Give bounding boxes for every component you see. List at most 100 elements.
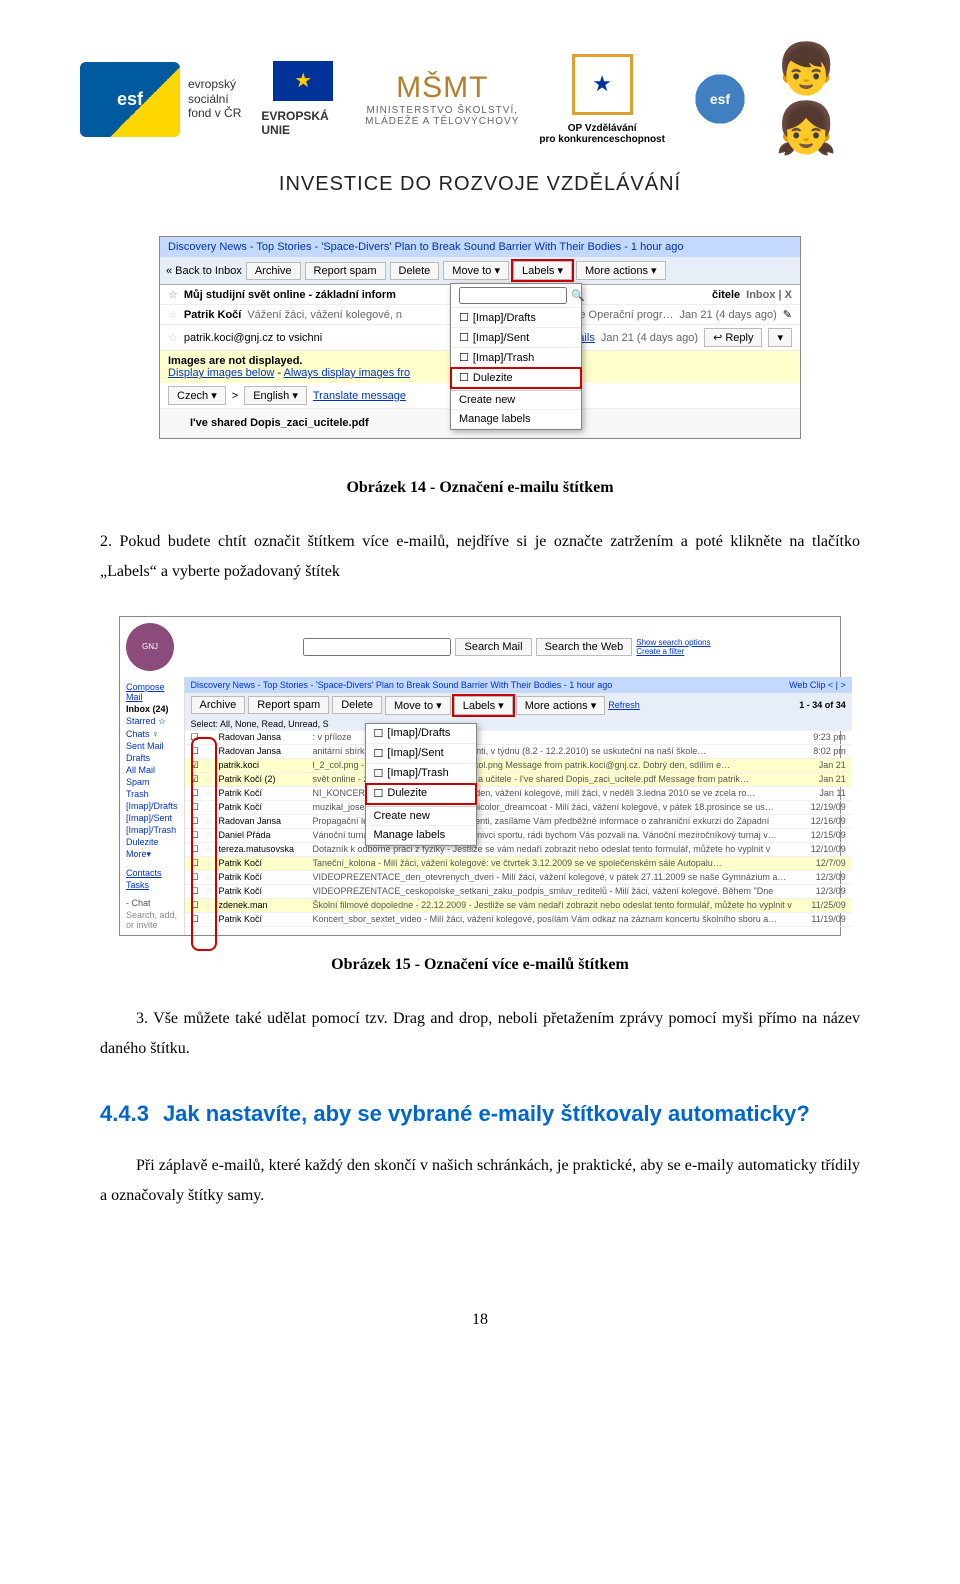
labels-button[interactable]: Labels ▾	[513, 261, 572, 280]
back-to-inbox-link[interactable]: « Back to Inbox	[166, 265, 242, 277]
star-icon[interactable]: ☆	[168, 331, 178, 344]
search-mail-button[interactable]: Search Mail	[455, 638, 531, 656]
star-icon[interactable]: ☆	[205, 760, 215, 771]
star-icon[interactable]: ☆	[205, 774, 215, 785]
row-checkbox[interactable]: ☐	[191, 830, 201, 841]
mail-row[interactable]: ☐☆Patrik KočíKoncert_sbor_sextet_video -…	[185, 913, 852, 927]
dropdown-search-input[interactable]	[459, 287, 567, 304]
dropdown-item-trash[interactable]: ☐[Imap]/Trash	[451, 348, 581, 368]
sidebar-sent[interactable]: Sent Mail	[120, 740, 184, 752]
display-images-link[interactable]: Display images below	[168, 367, 274, 379]
mail-row[interactable]: ☐☆Radovan JansaPropagační leták do Angli…	[185, 815, 852, 829]
archive-button[interactable]: Archive	[246, 262, 301, 280]
ss1-inbox-x[interactable]: Inbox | X	[746, 289, 792, 301]
sidebar-trash[interactable]: Trash	[120, 788, 184, 800]
sidebar-drafts[interactable]: Drafts	[120, 752, 184, 764]
sidebar-inbox[interactable]: Inbox (24)	[120, 703, 184, 715]
translate-link[interactable]: Translate message	[313, 390, 406, 402]
mail-row[interactable]: ☐☆Radovan Jansaanitární sbírka - Vážení …	[185, 745, 852, 759]
star-icon[interactable]: ☆	[205, 872, 215, 883]
more-actions-button[interactable]: More actions ▾	[576, 261, 666, 280]
ss2-report-button[interactable]: Report spam	[248, 696, 329, 714]
row-checkbox[interactable]: ☐	[191, 858, 201, 869]
star-icon[interactable]: ☆	[205, 900, 215, 911]
row-checkbox[interactable]: ☑	[191, 774, 201, 785]
compose-mail-link[interactable]: Compose Mail	[120, 681, 184, 703]
ss2-more-button[interactable]: More actions ▾	[516, 696, 606, 715]
star-icon[interactable]: ☆	[205, 858, 215, 869]
mail-row[interactable]: ☐☆Patrik KočíNI_KONCERT_SBOR_SEXTET - Do…	[185, 787, 852, 801]
sidebar-imap-drafts[interactable]: [Imap]/Drafts	[120, 800, 184, 812]
star-icon[interactable]: ☆	[205, 802, 215, 813]
row-checkbox[interactable]: ☐	[191, 872, 201, 883]
star-icon[interactable]: ☆	[205, 914, 215, 925]
sidebar-chat-search[interactable]: Search, add, or invite	[120, 909, 184, 931]
row-checkbox[interactable]: ☐	[191, 802, 201, 813]
row-checkbox[interactable]: ☐	[191, 746, 201, 757]
star-icon[interactable]: ☆	[168, 288, 178, 301]
sidebar-tasks[interactable]: Tasks	[120, 879, 184, 891]
mail-row[interactable]: ☐☆Patrik Kočímuzikal_joseph_and_the_amaz…	[185, 801, 852, 815]
sidebar-dulezite[interactable]: Dulezite	[120, 836, 184, 848]
sidebar-all[interactable]: All Mail	[120, 764, 184, 776]
ss2-delete-button[interactable]: Delete	[332, 696, 382, 714]
webclip-nav[interactable]: Web Clip < | >	[789, 680, 846, 690]
dropdown-manage-labels[interactable]: Manage labels	[451, 410, 581, 429]
ss2-dd-sent[interactable]: ☐[Imap]/Sent	[366, 744, 476, 764]
star-icon[interactable]: ☆	[205, 816, 215, 827]
search-options-link[interactable]: Show search options Create a filter	[636, 638, 710, 656]
search-web-button[interactable]: Search the Web	[536, 638, 633, 656]
star-icon[interactable]: ☆	[168, 308, 178, 321]
ss2-dd-drafts[interactable]: ☐[Imap]/Drafts	[366, 724, 476, 744]
star-icon[interactable]: ☆	[205, 732, 215, 743]
dropdown-item-sent[interactable]: ☐[Imap]/Sent	[451, 328, 581, 348]
dropdown-item-dulezite[interactable]: ☐Dulezite	[451, 368, 581, 388]
mail-row[interactable]: ☑☆patrik.kocil_2_col.png - I've shared p…	[185, 759, 852, 773]
mail-row[interactable]: ☐☆zdenek.manŠkolní filmové dopoledne - 2…	[185, 899, 852, 913]
sidebar-more[interactable]: More▾	[120, 848, 184, 861]
translate-from-select[interactable]: Czech ▾	[168, 386, 226, 405]
ss2-dd-create[interactable]: Create new	[366, 806, 476, 826]
row-checkbox[interactable]: ☑	[191, 760, 201, 771]
pencil-icon[interactable]: ✎	[783, 308, 792, 321]
ss2-dd-manage[interactable]: Manage labels	[366, 826, 476, 845]
mail-row[interactable]: ☐☆Patrik KočíVIDEOPREZENTACE_ceskopolske…	[185, 885, 852, 899]
reply-dropdown-button[interactable]: ▾	[768, 328, 792, 347]
sidebar-spam[interactable]: Spam	[120, 776, 184, 788]
reply-button[interactable]: ↩ Reply	[704, 328, 762, 347]
mail-row[interactable]: ☑☆Patrik Kočí (2)svět online - základní …	[185, 773, 852, 787]
star-icon[interactable]: ☆	[205, 844, 215, 855]
ss2-archive-button[interactable]: Archive	[191, 696, 246, 714]
mail-row[interactable]: ☐☆Patrik KočíVIDEOPREZENTACE_den_otevren…	[185, 871, 852, 885]
row-checkbox[interactable]: ☐	[191, 914, 201, 925]
sidebar-imap-trash[interactable]: [Imap]/Trash	[120, 824, 184, 836]
ss2-dd-dulezite[interactable]: ☐Dulezite	[366, 784, 476, 804]
translate-to-select[interactable]: English ▾	[244, 386, 307, 405]
ss2-select-text[interactable]: Select: All, None, Read, Unread, S	[191, 719, 329, 729]
mail-row[interactable]: ☐☆Daniel PřádaVánoční turnaj v basketbal…	[185, 829, 852, 843]
star-icon[interactable]: ☆	[205, 788, 215, 799]
row-checkbox[interactable]: ☐	[191, 788, 201, 799]
sidebar-imap-sent[interactable]: [Imap]/Sent	[120, 812, 184, 824]
sidebar-chats[interactable]: Chats ♀	[120, 728, 184, 740]
always-display-link[interactable]: Always display images fro	[284, 367, 411, 379]
sidebar-contacts[interactable]: Contacts	[120, 867, 184, 879]
dropdown-create-new[interactable]: Create new	[451, 390, 581, 410]
mail-row[interactable]: ☐☆Radovan Jansa: v příloze9:23 pm	[185, 731, 852, 745]
ss2-labels-button[interactable]: Labels ▾	[454, 696, 513, 715]
delete-button[interactable]: Delete	[390, 262, 440, 280]
star-icon[interactable]: ☆	[205, 746, 215, 757]
dropdown-search[interactable]: 🔍	[451, 284, 581, 308]
dropdown-item-drafts[interactable]: ☐[Imap]/Drafts	[451, 308, 581, 328]
report-spam-button[interactable]: Report spam	[305, 262, 386, 280]
star-icon[interactable]: ☆	[205, 886, 215, 897]
mail-row[interactable]: ☐☆tereza.matusovskaDotazník k odborné pr…	[185, 843, 852, 857]
row-checkbox[interactable]: ☐	[191, 732, 201, 743]
mail-row[interactable]: ☐☆Patrik KočíTaneční_kolona - Milí žáci,…	[185, 857, 852, 871]
move-to-button[interactable]: Move to ▾	[443, 261, 509, 280]
row-checkbox[interactable]: ☐	[191, 900, 201, 911]
star-icon[interactable]: ☆	[205, 830, 215, 841]
ss2-moveto-button[interactable]: Move to ▾	[385, 696, 451, 715]
ss2-search-input[interactable]	[303, 638, 451, 656]
row-checkbox[interactable]: ☐	[191, 844, 201, 855]
